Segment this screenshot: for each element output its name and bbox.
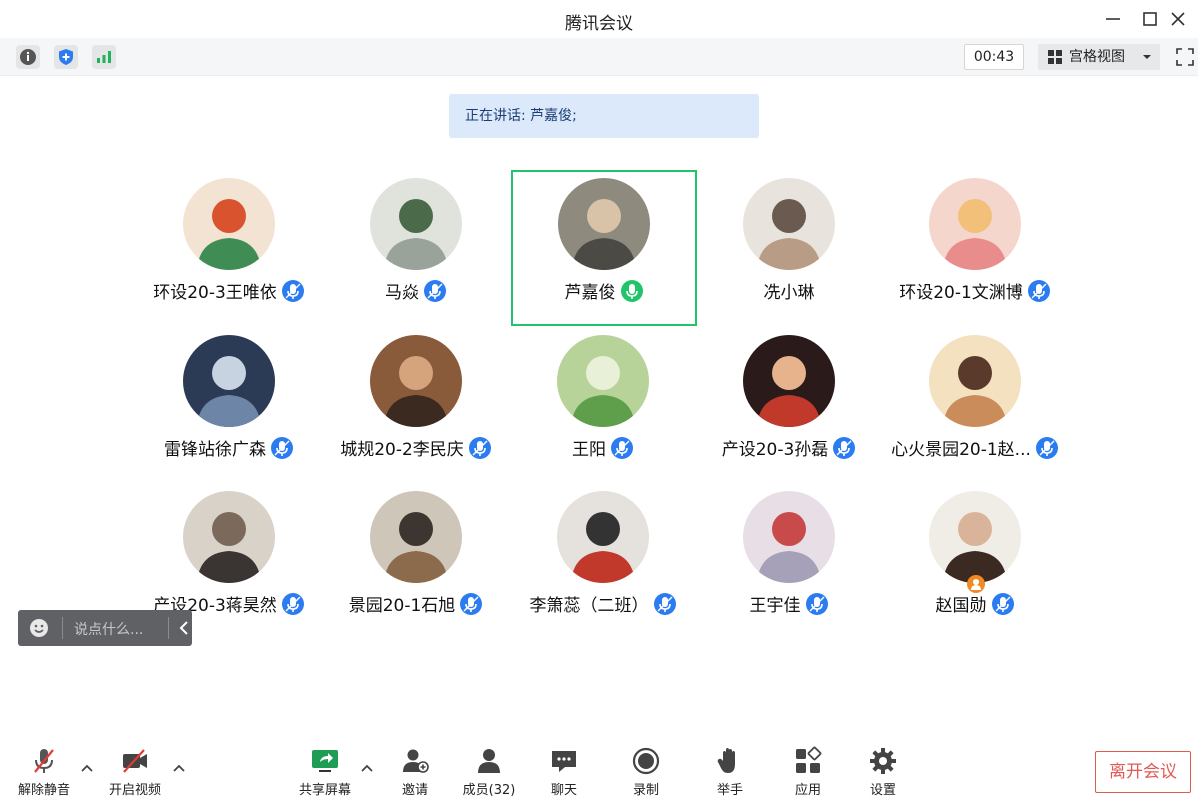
mic-icon — [620, 280, 643, 302]
share-screen-button[interactable]: 共享屏幕 — [290, 740, 360, 798]
participant-name: 王阳 — [572, 440, 606, 460]
divider — [168, 617, 169, 639]
window-title: 腾讯会议 — [565, 14, 633, 34]
invite-label: 邀请 — [401, 783, 428, 798]
participant-name-row: 心火景园20-1赵... — [844, 435, 1106, 460]
gear-icon — [870, 748, 896, 774]
info-icon[interactable] — [16, 45, 40, 69]
unmute-label: 解除静音 — [17, 783, 70, 798]
quick-chat-bar[interactable]: 说点什么... — [18, 610, 192, 646]
record-icon — [632, 747, 660, 775]
meeting-toolbar: 00:43 宫格视图 — [0, 38, 1198, 76]
shield-icon[interactable] — [54, 45, 78, 69]
participant-name: 王宇佳 — [749, 596, 801, 616]
avatar — [183, 335, 275, 427]
emoji-icon[interactable] — [28, 617, 50, 639]
avatar — [183, 491, 275, 583]
avatar — [929, 491, 1021, 583]
avatar — [929, 178, 1021, 270]
record-label: 录制 — [632, 783, 659, 798]
settings-label: 设置 — [869, 783, 896, 798]
participant-name-row: 赵国勋 — [844, 591, 1106, 616]
grid-icon — [1048, 50, 1062, 64]
avatar — [183, 178, 275, 270]
mic-icon — [424, 280, 446, 302]
mic-off-icon — [34, 749, 54, 773]
record-button[interactable]: 录制 — [611, 740, 681, 798]
chevron-up-icon[interactable] — [171, 760, 187, 776]
participant-name: 冼小琳 — [763, 283, 815, 303]
hand-icon — [717, 748, 735, 773]
share-screen-label: 共享屏幕 — [298, 783, 351, 798]
apps-label: 应用 — [794, 783, 821, 798]
signal-icon[interactable] — [92, 45, 116, 69]
fullscreen-icon[interactable] — [1174, 46, 1196, 68]
participant-tile[interactable]: 心火景园20-1赵... — [884, 327, 1066, 477]
participant-tile[interactable]: 赵国勋 — [884, 483, 1066, 633]
raise-hand-button[interactable]: 举手 — [695, 740, 765, 798]
participant-name: 芦嘉俊 — [564, 283, 616, 303]
avatar — [929, 335, 1021, 427]
members-button[interactable]: 成员(32) — [454, 740, 524, 798]
chevron-left-icon[interactable] — [178, 620, 190, 636]
speaking-banner: 正在讲话: 芦嘉俊; — [449, 94, 759, 138]
chevron-up-icon[interactable] — [79, 760, 95, 776]
participant-name: 环设20-3王唯依 — [153, 283, 277, 303]
avatar — [370, 491, 462, 583]
participant-name: 环设20-1文渊博 — [899, 283, 1023, 303]
participant-name: 心火景园20-1赵... — [891, 440, 1031, 460]
view-mode-label: 宫格视图 — [1069, 49, 1125, 65]
participant-name: 雷锋站徐广森 — [164, 440, 266, 460]
chat-placeholder[interactable]: 说点什么... — [74, 619, 143, 639]
avatar — [743, 335, 835, 427]
participant-name: 产设20-3孙磊 — [721, 440, 829, 460]
raise-hand-label: 举手 — [716, 783, 743, 798]
divider — [62, 617, 63, 639]
participant-name: 赵国勋 — [935, 596, 987, 616]
avatar — [370, 178, 462, 270]
chat-label: 聊天 — [550, 783, 577, 798]
avatar — [370, 335, 462, 427]
leave-meeting-button[interactable]: 离开会议 — [1095, 751, 1191, 793]
mic-icon — [991, 593, 1014, 615]
invite-button[interactable]: 邀请 — [380, 740, 450, 798]
participant-name: 景园20-1石旭 — [348, 596, 456, 616]
participant-name: 李箫蕊（二班） — [529, 596, 649, 616]
settings-button[interactable]: 设置 — [848, 740, 918, 798]
bottom-control-bar: 解除静音 开启视频 共享屏幕 邀请 成员(32) 聊天 录制 举手 应用 设置 — [0, 740, 1198, 798]
members-icon — [478, 749, 500, 773]
caret-down-icon — [1143, 55, 1151, 59]
add-user-icon — [403, 749, 429, 773]
participant-name-row: 环设20-1文渊博 — [844, 278, 1106, 303]
minimize-icon[interactable] — [1100, 6, 1126, 32]
avatar — [557, 335, 649, 427]
participant-tile[interactable]: 环设20-1文渊博 — [884, 170, 1066, 320]
close-icon[interactable] — [1165, 6, 1191, 32]
unmute-button[interactable]: 解除静音 — [9, 740, 79, 798]
start-video-button[interactable]: 开启视频 — [100, 740, 170, 798]
mic-icon — [1035, 437, 1058, 459]
view-mode-dropdown[interactable]: 宫格视图 — [1038, 44, 1160, 70]
chat-button[interactable]: 聊天 — [529, 740, 599, 798]
meeting-timer: 00:43 — [964, 44, 1024, 70]
avatar — [557, 491, 649, 583]
title-bar: 腾讯会议 — [0, 0, 1198, 38]
chevron-up-icon[interactable] — [359, 760, 375, 776]
participant-name: 马焱 — [385, 283, 419, 303]
avatar — [558, 178, 650, 270]
participant-name: 城规20-2李民庆 — [340, 440, 464, 460]
maximize-icon[interactable] — [1137, 6, 1163, 32]
start-video-label: 开启视频 — [108, 783, 161, 798]
apps-icon — [796, 746, 822, 773]
camera-off-icon — [123, 749, 147, 773]
avatar — [743, 178, 835, 270]
mic-icon — [805, 593, 828, 615]
chat-icon — [552, 751, 576, 772]
mic-icon — [611, 437, 633, 459]
apps-button[interactable]: 应用 — [773, 740, 843, 798]
avatar — [743, 491, 835, 583]
members-label: 成员(32) — [462, 783, 516, 798]
mic-icon — [1027, 280, 1050, 302]
share-screen-icon — [312, 750, 338, 772]
